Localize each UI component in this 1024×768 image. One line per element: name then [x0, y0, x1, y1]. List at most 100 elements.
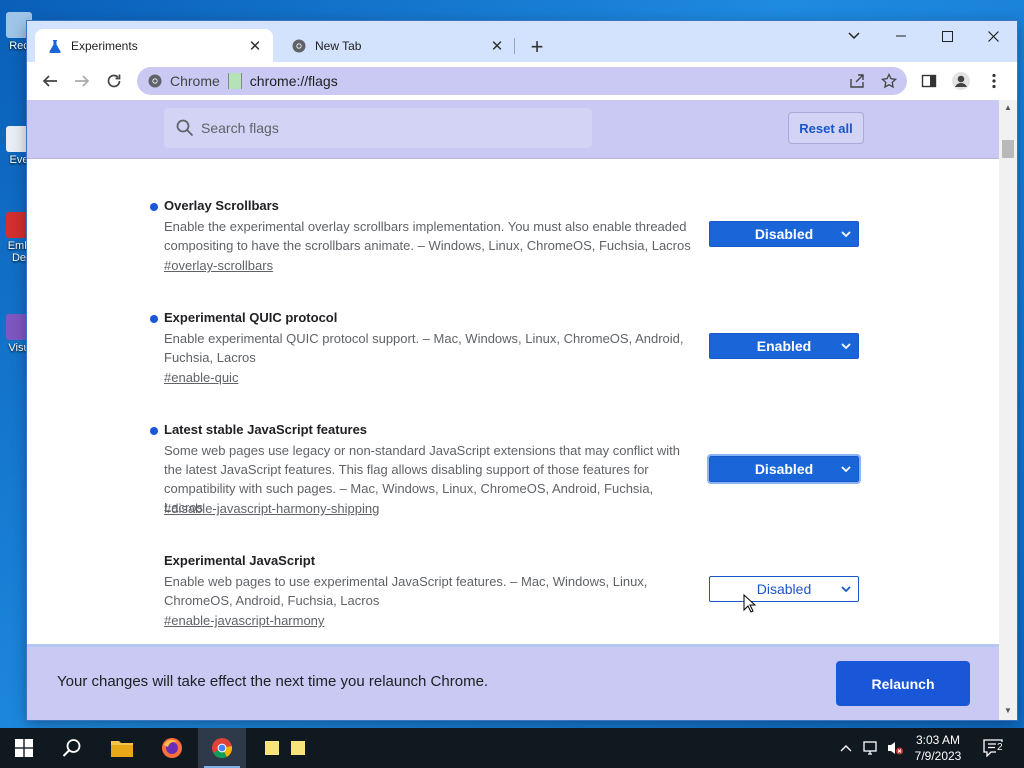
search-icon	[62, 739, 81, 757]
network-icon	[863, 741, 877, 755]
flag-permalink[interactable]: #enable-javascript-harmony	[164, 613, 324, 628]
tab-new-tab[interactable]: New Tab ✕	[279, 29, 515, 62]
tab-search-button[interactable]	[831, 21, 877, 51]
clock-time: 3:03 AM	[915, 733, 961, 747]
toolbar: Chrome chrome://flags	[27, 62, 1017, 100]
reset-all-button[interactable]: Reset all	[788, 112, 864, 144]
minimize-icon	[896, 35, 906, 37]
show-hidden-icons-button[interactable]	[836, 728, 856, 768]
address-prefix: Chrome	[170, 73, 220, 89]
volume-muted-status[interactable]	[884, 728, 906, 768]
select-value: Disabled	[754, 461, 814, 477]
browser-window: Experiments ✕ New Tab ✕ + Chrome chrome:…	[27, 21, 1017, 720]
chrome-icon	[212, 738, 233, 759]
modified-indicator-dot	[150, 427, 158, 435]
tab-title: New Tab	[315, 38, 362, 53]
flag-name: Experimental JavaScript	[164, 553, 316, 568]
close-icon	[987, 30, 999, 42]
chrome-icon	[147, 73, 163, 89]
clock-date: 7/9/2023	[914, 749, 962, 763]
new-tab-button[interactable]: +	[525, 34, 549, 59]
taskbar-chrome[interactable]	[198, 728, 246, 768]
forward-button[interactable]	[68, 67, 96, 95]
taskbar-sticky-notes-2[interactable]	[288, 728, 308, 768]
taskbar-file-explorer[interactable]	[98, 728, 146, 768]
flag-name: Overlay Scrollbars	[164, 198, 279, 213]
flag-name: Experimental QUIC protocol	[164, 310, 338, 325]
vertical-scrollbar[interactable]: ▲ ▼	[999, 100, 1017, 720]
side-panel-icon	[921, 74, 937, 88]
chrome-icon	[291, 38, 307, 54]
scrollbar-thumb[interactable]	[1002, 140, 1014, 158]
maximize-icon	[941, 30, 953, 42]
flag-description: Enable web pages to use experimental Jav…	[164, 574, 648, 608]
flag-state-select[interactable]: Disabled	[707, 454, 861, 484]
tab-experiments[interactable]: Experiments ✕	[35, 29, 273, 62]
flag-name: Latest stable JavaScript features	[164, 422, 368, 437]
side-panel-button[interactable]	[915, 67, 943, 95]
flag-description: Enable the experimental overlay scrollba…	[164, 219, 691, 253]
bookmark-star-icon[interactable]	[881, 73, 897, 89]
mouse-cursor-icon	[743, 594, 757, 613]
search-flags-input[interactable]: Search flags	[164, 108, 592, 148]
select-value: Enabled	[756, 338, 812, 354]
address-url: chrome://flags	[249, 73, 338, 89]
relaunch-banner: Your changes will take effect the next t…	[27, 644, 999, 720]
close-tab-icon[interactable]: ✕	[245, 36, 265, 56]
action-center-button[interactable]: 2	[976, 728, 1010, 768]
relaunch-message: Your changes will take effect the next t…	[57, 673, 489, 690]
back-button[interactable]	[36, 67, 64, 95]
reload-button[interactable]	[100, 67, 128, 95]
relaunch-button[interactable]: Relaunch	[836, 661, 970, 706]
sticky-note-icon	[265, 741, 279, 755]
address-bar[interactable]: Chrome chrome://flags	[137, 67, 907, 95]
chevron-down-icon	[841, 231, 851, 238]
modified-indicator-dot	[150, 315, 158, 323]
flask-icon	[47, 38, 63, 54]
close-window-button[interactable]	[970, 21, 1016, 51]
flag-state-select[interactable]: Disabled	[709, 221, 859, 247]
folder-icon	[111, 741, 133, 757]
profile-avatar-icon	[952, 72, 970, 90]
chevron-up-icon	[840, 745, 852, 752]
desktop-icon-label: Eve	[9, 154, 29, 166]
flag-state-select[interactable]: Enabled	[709, 333, 859, 359]
profile-button[interactable]	[947, 67, 975, 95]
address-separator	[227, 73, 242, 89]
tab-strip: Experiments ✕ New Tab ✕ +	[27, 21, 1017, 62]
scroll-up-icon[interactable]: ▲	[1003, 103, 1013, 113]
system-clock[interactable]: 3:03 AM 7/9/2023	[908, 732, 968, 764]
desktop-icon-label: Rec	[9, 40, 29, 52]
reload-icon	[107, 74, 121, 88]
start-button[interactable]	[0, 728, 48, 768]
windows-logo-icon	[15, 739, 33, 757]
flag-permalink[interactable]: #overlay-scrollbars	[164, 258, 273, 273]
search-placeholder: Search flags	[201, 120, 279, 136]
flag-permalink[interactable]: #enable-quic	[164, 370, 238, 385]
kebab-menu-icon	[992, 73, 996, 89]
flags-page: Search flags Reset all Overlay Scrollbar…	[27, 100, 999, 720]
close-tab-icon[interactable]: ✕	[487, 36, 507, 56]
chevron-down-icon	[841, 466, 851, 473]
select-value: Disabled	[756, 581, 812, 597]
firefox-icon	[162, 738, 182, 758]
flags-header: Search flags Reset all	[27, 100, 999, 159]
flag-state-select[interactable]: Disabled	[709, 576, 859, 602]
modified-indicator-dot	[150, 203, 158, 211]
taskbar-sticky-notes-1[interactable]	[262, 728, 282, 768]
share-icon[interactable]	[849, 73, 865, 89]
taskbar-firefox[interactable]	[148, 728, 196, 768]
select-value: Disabled	[754, 226, 814, 242]
back-arrow-icon	[42, 75, 57, 87]
network-status[interactable]	[860, 728, 882, 768]
flag-permalink[interactable]: #disable-javascript-harmony-shipping	[164, 501, 379, 516]
notification-count-badge: 2	[996, 742, 1004, 753]
scroll-down-icon[interactable]: ▼	[1003, 706, 1013, 716]
menu-button[interactable]	[980, 67, 1008, 95]
taskbar: 3:03 AM 7/9/2023 2	[0, 728, 1024, 768]
search-button[interactable]	[48, 728, 96, 768]
forward-arrow-icon	[75, 75, 90, 87]
minimize-button[interactable]	[878, 21, 924, 51]
sticky-note-icon	[291, 741, 305, 755]
maximize-button[interactable]	[924, 21, 970, 51]
